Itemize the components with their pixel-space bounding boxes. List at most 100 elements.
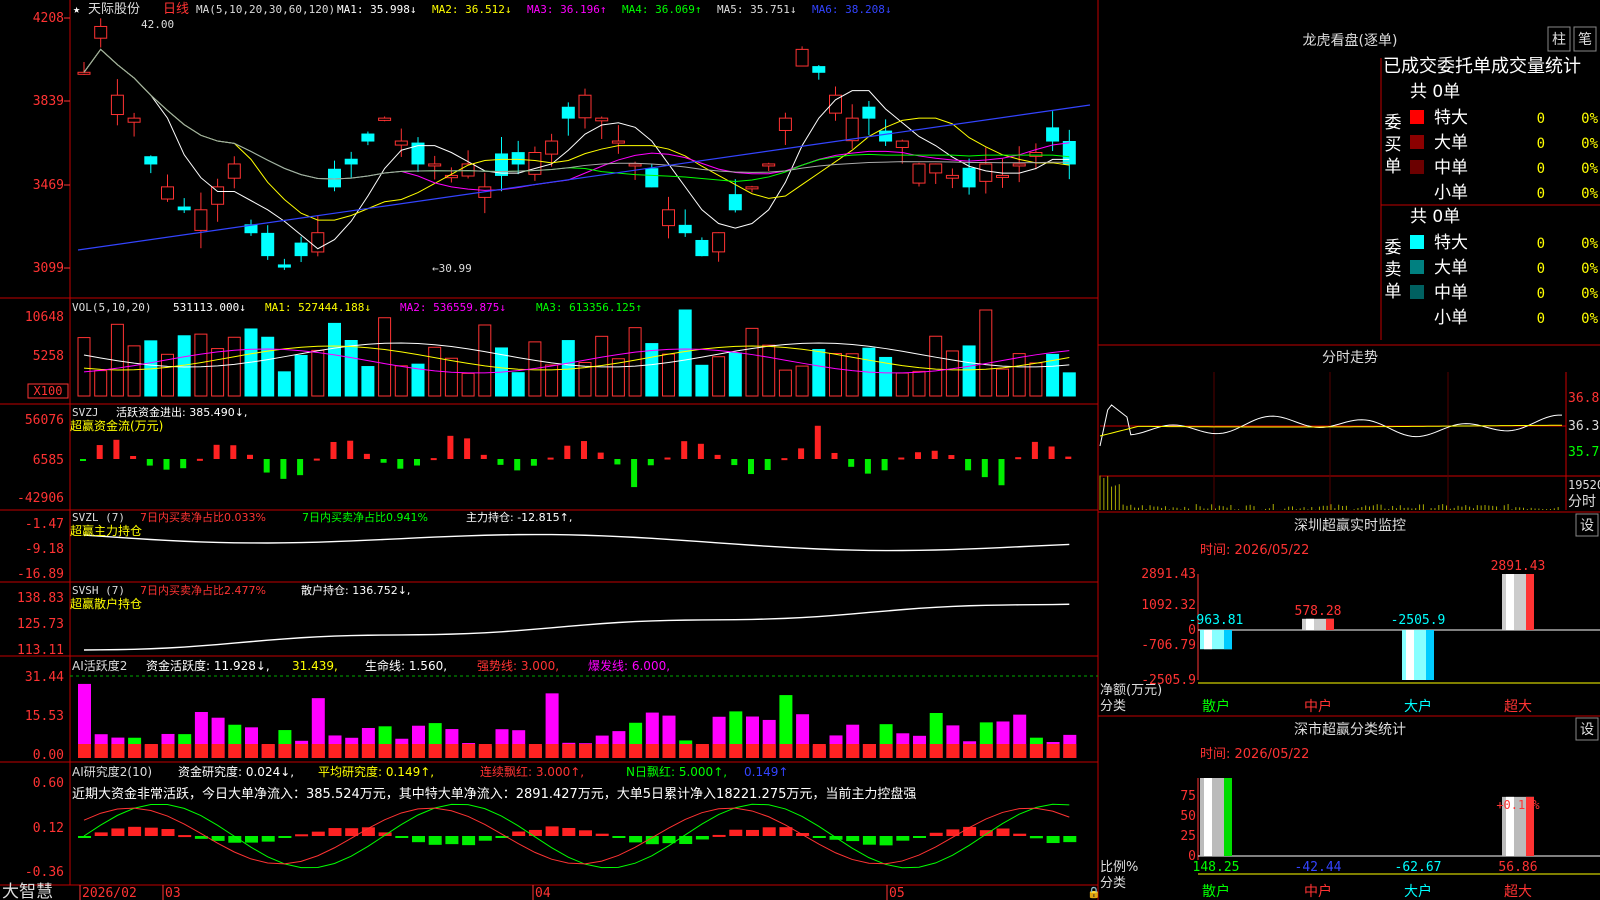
activity-base-bar [645, 744, 659, 758]
buy-side-label-char: 单 [1385, 157, 1402, 177]
candle-body [862, 106, 876, 119]
activity-base-bar [812, 744, 826, 758]
fund-flow-bar [180, 459, 187, 469]
candle-body [77, 71, 91, 75]
monitor-bar-value: 578.28 [1295, 604, 1342, 619]
ma5-value: MA5: 35.751↓ [717, 3, 796, 16]
research-bar [328, 828, 342, 836]
volume-bar [1029, 362, 1043, 397]
monitor-axis-tick: 2891.43 [1141, 567, 1196, 582]
fund-flow-bar [196, 458, 203, 461]
research-bar [996, 828, 1010, 836]
fund-flow-bar [247, 454, 253, 459]
monitor-bar-value: -963.81 [1189, 613, 1244, 628]
activity-base-bar [1063, 744, 1077, 758]
fund-flow-bar [798, 448, 805, 459]
research-bar [512, 831, 526, 836]
price-axis-tick: 4208 [33, 11, 64, 26]
fund-flow-bar [697, 443, 704, 459]
monitor-bar-value: -2505.9 [1391, 613, 1446, 628]
fund-flow-bar [764, 459, 771, 470]
activity-base-bar [913, 744, 926, 758]
activity-base-bar [228, 744, 242, 758]
intraday-volume-value: 19520 [1568, 478, 1600, 492]
ai1-l2: 31.439, [292, 659, 338, 673]
research-bar [879, 836, 893, 846]
fund-flow-bar [647, 459, 654, 466]
activity-base-bar [428, 744, 442, 758]
research-bar [278, 836, 292, 838]
vol-axis-tick: 5258 [33, 349, 64, 364]
candle-body [511, 152, 525, 165]
fund-flow-bar [297, 459, 304, 476]
candle-body [1062, 141, 1076, 165]
activity-base-bar [562, 744, 576, 758]
fund-flow-bar [998, 459, 1005, 486]
candle-body [127, 117, 141, 123]
activity-base-bar [111, 744, 125, 758]
fund-flow-bar [881, 459, 888, 471]
class-bar-value: 56.86 [1498, 860, 1537, 875]
candle-body [662, 209, 675, 227]
sell-side-label-char: 卖 [1385, 260, 1402, 280]
class-axis-tick: 25 [1180, 829, 1196, 844]
research-bar [579, 830, 592, 836]
volume-bar [979, 309, 993, 397]
fund-flow-bar [631, 459, 638, 488]
svzl-axis-tick: -16.89 [17, 567, 64, 582]
class-top-label: +0.16% [1496, 798, 1540, 812]
monitor-category: 散户 [1202, 698, 1230, 715]
svzj-axis-tick: 56076 [25, 413, 64, 428]
research-bar [478, 836, 492, 841]
ai2-l3: 连续飘红: 3.000↑, [480, 764, 584, 779]
fund-flow-bar [597, 452, 604, 459]
activity-base-bar [194, 744, 208, 758]
fund-flow-bar [564, 445, 571, 459]
research-bar [428, 836, 442, 845]
stock-chart-canvas[interactable]: ★ 天际股份 日线 MA(5,10,20,30,60,120) MA1: 35.998↓… [0, 0, 1600, 900]
sz_monitor-settings-label: 设 [1580, 518, 1594, 534]
svzl-axis-tick: -9.18 [25, 542, 64, 557]
vol-title: VOL(5,10,20) [72, 301, 151, 314]
fund-flow-bar [1015, 457, 1022, 460]
activity-base-bar [695, 744, 709, 758]
activity-base-bar [612, 744, 626, 758]
sell-side-label-char: 委 [1385, 238, 1402, 258]
fund-flow-bar [948, 455, 955, 459]
monitor-ylabel: 净额(万元) [1100, 683, 1162, 698]
fund-flow-bar [113, 439, 120, 459]
fund-flow-bar [848, 459, 855, 467]
price-axis-tick: 3469 [33, 178, 64, 193]
research-bar [78, 836, 91, 838]
ai2-axis-tick: -0.36 [25, 865, 64, 880]
ai2-l2: 平均研究度: 0.149↑, [318, 764, 434, 779]
activity-base-bar [629, 744, 643, 758]
candle-body [94, 25, 108, 39]
date-axis-label: 2026/02 [82, 886, 137, 900]
fund-flow-bar [714, 454, 721, 459]
activity-base-bar [729, 744, 743, 758]
buy-row-value: 0 [1537, 136, 1545, 152]
buy-color-swatch [1410, 110, 1424, 124]
volume-bar [695, 364, 709, 397]
ai1-axis-tick: 15.53 [25, 709, 64, 724]
volume-bar [344, 340, 358, 397]
activity-base-bar [862, 744, 876, 758]
svzl-axis-tick: -1.47 [25, 517, 64, 532]
svsh-axis-tick: 125.73 [17, 617, 64, 632]
research-bar [562, 827, 576, 836]
candle-body [411, 142, 425, 165]
ma-line [83, 48, 1070, 221]
ma-title: MA(5,10,20,30,60,120) [196, 3, 335, 16]
fund-flow-bar [981, 459, 988, 478]
sell-row-name: 小单 [1434, 308, 1468, 328]
high-price-label: 42.00 [141, 18, 174, 31]
activity-base-bar [979, 744, 993, 758]
vol-ma1: MA1: 527444.188↓ [265, 301, 371, 314]
sell-row-percent: 0% [1581, 286, 1598, 302]
research-bar [111, 828, 125, 836]
monitor-category: 中户 [1304, 698, 1332, 715]
class-xlabel: 分类 [1100, 876, 1126, 891]
research-bar [729, 829, 743, 836]
fund-flow-bar [313, 458, 320, 461]
